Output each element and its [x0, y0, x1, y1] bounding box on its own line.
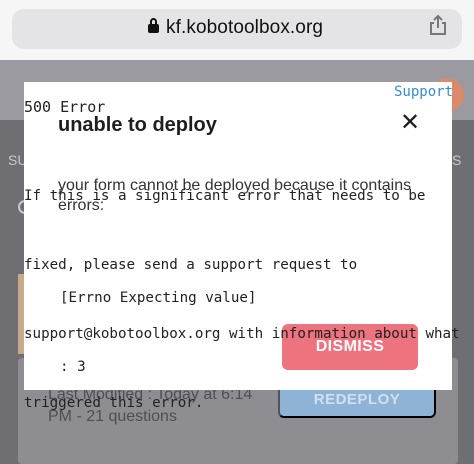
- error-title: 500 Error: [24, 98, 106, 116]
- browser-top-bar: kf.kobotoolbox.org: [0, 0, 474, 60]
- close-icon[interactable]: ✕: [399, 111, 421, 135]
- error-detail-line: : 3: [60, 359, 86, 375]
- address-bar[interactable]: kf.kobotoolbox.org: [12, 9, 462, 49]
- error-body-line: If this is a significant error that need…: [24, 188, 426, 204]
- error-detail-line: [Errno Expecting value]: [60, 290, 257, 306]
- error-detail: [Errno Expecting value] : 3: [60, 241, 256, 402]
- url-text: kf.kobotoolbox.org: [166, 17, 324, 38]
- support-link[interactable]: Support: [394, 84, 453, 100]
- share-icon[interactable]: [429, 15, 447, 35]
- modal-title: unable to deploy: [58, 114, 217, 136]
- lock-icon: [148, 18, 159, 33]
